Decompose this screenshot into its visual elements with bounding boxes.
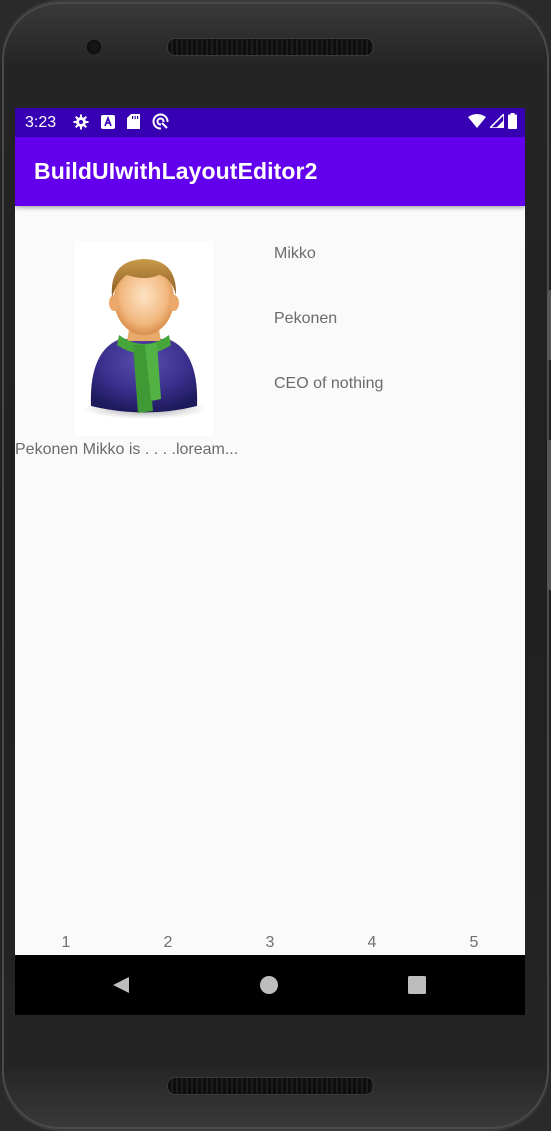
volume-button <box>547 440 551 590</box>
status-bar: 3:23 <box>15 108 525 137</box>
signal-icon <box>490 114 504 128</box>
home-button[interactable] <box>257 973 281 997</box>
wifi-icon <box>468 114 486 128</box>
status-icons-right <box>468 113 517 129</box>
a-icon <box>101 114 115 129</box>
recents-button[interactable] <box>405 973 429 997</box>
power-button <box>547 290 551 360</box>
bottom-speaker <box>167 1077 374 1095</box>
sync-icon <box>152 113 169 130</box>
battery-icon <box>508 113 517 129</box>
status-time: 3:23 <box>25 114 57 131</box>
tab-4[interactable]: 4 <box>368 934 377 952</box>
status-icons-left <box>73 113 169 130</box>
earpiece-speaker <box>167 38 374 56</box>
app-bar: BuildUIwithLayoutEditor2 <box>15 137 525 206</box>
sd-card-icon <box>127 114 140 129</box>
job-title-text: CEO of nothing <box>274 375 384 392</box>
last-name-text: Pekonen <box>274 310 338 327</box>
app-title: BuildUIwithLayoutEditor2 <box>34 158 318 184</box>
home-icon <box>260 976 278 994</box>
first-name-text: Mikko <box>274 245 316 262</box>
front-camera <box>87 40 101 54</box>
back-icon <box>113 977 129 993</box>
tab-3[interactable]: 3 <box>266 934 275 952</box>
tab-1[interactable]: 1 <box>62 934 71 952</box>
screen: 3:23 BuildUIwithLayoutEditor2 Mikko Peko… <box>15 108 525 1015</box>
gear-icon <box>73 114 89 129</box>
tab-2[interactable]: 2 <box>164 934 173 952</box>
bio-text: Pekonen Mikko is . . . .loream... <box>15 441 239 458</box>
navigation-bar <box>15 955 525 1015</box>
recents-icon <box>408 976 426 994</box>
person-avatar-icon <box>75 241 213 436</box>
phone-device: 3:23 BuildUIwithLayoutEditor2 Mikko Peko… <box>0 0 551 1131</box>
number-tabs: 1 2 3 4 5 <box>15 934 525 954</box>
back-button[interactable] <box>109 973 133 997</box>
tab-5[interactable]: 5 <box>470 934 479 952</box>
